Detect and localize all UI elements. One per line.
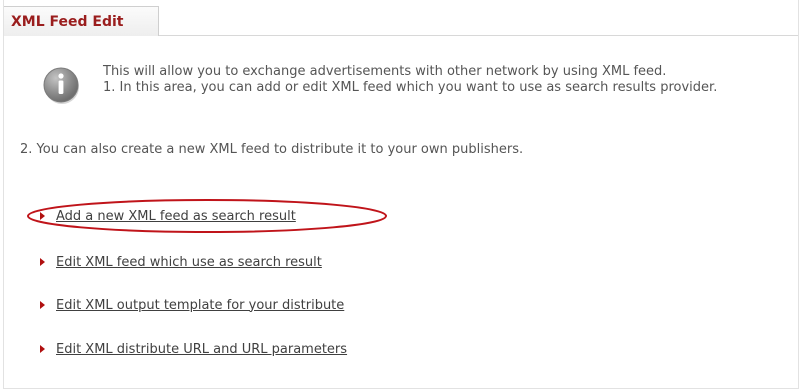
edit-distribute-url-link[interactable]: Edit XML distribute URL and URL paramete… [56,342,347,357]
info-intro-text: This will allow you to exchange advertis… [103,64,667,79]
panel-tab: XML Feed Edit [4,6,159,36]
edit-xml-feed-link[interactable]: Edit XML feed which use as search result [56,255,322,270]
link-row-edit-feed[interactable]: Edit XML feed which use as search result [40,254,322,270]
tab-divider [159,35,798,36]
panel-title: XML Feed Edit [11,14,124,30]
link-row-add-feed[interactable]: Add a new XML feed as search result [40,208,296,224]
xml-feed-edit-panel: XML Feed Edit [3,0,799,389]
info-point-1: 1. In this area, you can add or edit XML… [103,80,718,95]
info-description: This will allow you to exchange advertis… [103,64,775,96]
arrow-right-icon [40,212,45,220]
arrow-right-icon [40,258,45,266]
add-xml-feed-link[interactable]: Add a new XML feed as search result [56,209,296,224]
link-row-edit-url[interactable]: Edit XML distribute URL and URL paramete… [40,341,347,357]
arrow-right-icon [40,301,45,309]
info-point-2: 2. You can also create a new XML feed to… [20,142,524,157]
edit-output-template-link[interactable]: Edit XML output template for your distri… [56,298,344,313]
link-row-edit-template[interactable]: Edit XML output template for your distri… [40,297,344,313]
info-icon [43,67,79,104]
arrow-right-icon [40,345,45,353]
